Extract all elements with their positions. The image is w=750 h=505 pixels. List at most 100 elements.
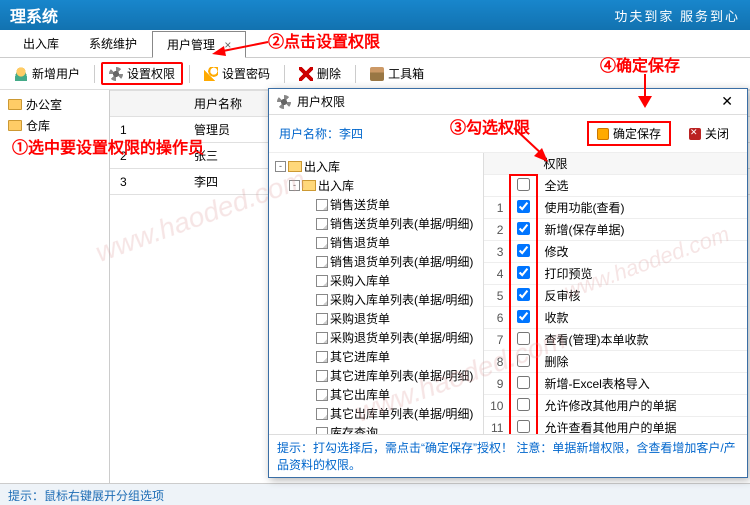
close-icon bbox=[689, 128, 701, 140]
perm-label: 收款 bbox=[537, 307, 747, 329]
perm-num: 7 bbox=[484, 329, 510, 351]
tab-user-mgmt[interactable]: 用户管理 × bbox=[152, 31, 246, 58]
perm-checkbox-cell bbox=[510, 241, 537, 263]
permission-row: 9新增-Excel表格导入 bbox=[484, 373, 747, 395]
perm-num: 5 bbox=[484, 285, 510, 307]
tree-node[interactable]: 其它出库单列表(单据/明细) bbox=[273, 404, 479, 423]
set-password-button[interactable]: 设置密码 bbox=[196, 62, 278, 85]
dialog-close-button[interactable]: 关闭 bbox=[681, 121, 737, 146]
document-icon bbox=[316, 294, 328, 306]
confirm-save-label: 确定保存 bbox=[613, 125, 661, 142]
perm-checkbox-cell bbox=[510, 197, 537, 219]
perm-checkbox[interactable] bbox=[517, 310, 530, 323]
tab-maintenance[interactable]: 系统维护 bbox=[74, 30, 152, 57]
tree-node[interactable]: 其它出库单 bbox=[273, 385, 479, 404]
document-icon bbox=[316, 275, 328, 287]
perm-checkbox[interactable] bbox=[517, 398, 530, 411]
permission-panel[interactable]: 权限 全选1使用功能(查看)2新增(保存单据)3修改4打印预览5反审核6收款7查… bbox=[484, 153, 747, 434]
permission-row: 7查看(管理)本单收款 bbox=[484, 329, 747, 351]
save-icon bbox=[597, 128, 609, 140]
dialog-close-label: 关闭 bbox=[705, 125, 729, 142]
perm-num: 4 bbox=[484, 263, 510, 285]
toolbox-button[interactable]: 工具箱 bbox=[362, 62, 432, 85]
perm-checkbox-cell bbox=[510, 175, 537, 197]
confirm-save-button[interactable]: 确定保存 bbox=[587, 121, 671, 146]
col-num bbox=[110, 91, 184, 117]
folder-icon bbox=[8, 99, 22, 110]
sidebar-item-office[interactable]: 办公室 bbox=[4, 94, 105, 115]
tree-node[interactable]: - 出入库 bbox=[273, 176, 479, 195]
toolbox-label: 工具箱 bbox=[388, 65, 424, 82]
tree-node[interactable]: 销售送货单列表(单据/明细) bbox=[273, 214, 479, 233]
tab-user-mgmt-label: 用户管理 bbox=[167, 38, 215, 52]
add-user-button[interactable]: 新增用户 bbox=[6, 62, 88, 85]
perm-checkbox[interactable] bbox=[517, 244, 530, 257]
tree-node[interactable]: 采购入库单 bbox=[273, 271, 479, 290]
tree-node[interactable]: -出入库 bbox=[273, 157, 479, 176]
perm-checkbox[interactable] bbox=[517, 222, 530, 235]
perm-label: 使用功能(查看) bbox=[537, 197, 747, 219]
cell-num: 2 bbox=[110, 143, 184, 169]
permission-row: 8 删除 bbox=[484, 351, 747, 373]
status-text: 提示：鼠标右键展开分组选项 bbox=[8, 489, 164, 503]
perm-num: 1 bbox=[484, 197, 510, 219]
tree-label: 出入库 bbox=[318, 177, 354, 194]
perm-num: 8 bbox=[484, 351, 510, 373]
perm-checkbox[interactable] bbox=[517, 354, 530, 367]
tree-node[interactable]: 销售退货单 bbox=[273, 233, 479, 252]
tab-close-icon[interactable]: × bbox=[224, 38, 231, 52]
perm-checkbox[interactable] bbox=[517, 420, 530, 433]
tree-node[interactable]: 销售退货单列表(单据/明细) bbox=[273, 252, 479, 271]
perm-checkbox[interactable] bbox=[517, 288, 530, 301]
tree-label: 其它进库单列表(单据/明细) bbox=[330, 367, 473, 384]
set-permission-button[interactable]: 设置权限 bbox=[101, 62, 183, 85]
gear-icon bbox=[109, 67, 123, 81]
tree-node[interactable]: 销售送货单 bbox=[273, 195, 479, 214]
document-icon bbox=[316, 313, 328, 325]
tab-inventory[interactable]: 出入库 bbox=[8, 30, 74, 57]
delete-button[interactable]: 删除 bbox=[291, 62, 349, 85]
permission-row: 11允许查看其他用户的单据 bbox=[484, 417, 747, 435]
perm-checkbox[interactable] bbox=[517, 332, 530, 345]
tree-node[interactable]: 采购入库单列表(单据/明细) bbox=[273, 290, 479, 309]
perm-checkbox[interactable] bbox=[517, 178, 530, 191]
perm-col-num bbox=[484, 153, 510, 175]
expand-icon[interactable]: - bbox=[275, 161, 286, 172]
tree-node[interactable]: 采购退货单 bbox=[273, 309, 479, 328]
perm-label: 打印预览 bbox=[537, 263, 747, 285]
cell-num: 1 bbox=[110, 117, 184, 143]
sidebar: 办公室 仓库 bbox=[0, 90, 110, 487]
perm-num bbox=[484, 175, 510, 197]
perm-num: 3 bbox=[484, 241, 510, 263]
sidebar-warehouse-label: 仓库 bbox=[26, 117, 50, 134]
permission-dialog: 用户权限 ✕ 用户名称：李四 确定保存 关闭 -出入库-出入库销售送货单销售送货… bbox=[268, 88, 748, 478]
perm-checkbox[interactable] bbox=[517, 200, 530, 213]
tree-node[interactable]: 其它进库单列表(单据/明细) bbox=[273, 366, 479, 385]
perm-label: 允许查看其他用户的单据 bbox=[537, 417, 747, 435]
cell-num: 3 bbox=[110, 169, 184, 195]
permission-row: 1 使用功能(查看) bbox=[484, 197, 747, 219]
tree-node[interactable]: 采购退货单列表(单据/明细) bbox=[273, 328, 479, 347]
perm-col-cb bbox=[510, 153, 537, 175]
app-slogan: 功夫到家 服务到心 bbox=[614, 6, 740, 25]
hint-text: 提示：打勾选择后，需点击“确定保存”授权！ bbox=[277, 441, 513, 455]
tree-node[interactable]: 其它进库单 bbox=[273, 347, 479, 366]
tree-label: 采购入库单列表(单据/明细) bbox=[330, 291, 473, 308]
permission-row: 3修改 bbox=[484, 241, 747, 263]
expand-icon[interactable]: - bbox=[289, 180, 300, 191]
document-icon bbox=[316, 389, 328, 401]
folder-icon bbox=[8, 120, 22, 131]
tree-label: 库存查询 bbox=[330, 424, 378, 434]
document-icon bbox=[316, 408, 328, 420]
separator bbox=[355, 65, 356, 83]
perm-checkbox[interactable] bbox=[517, 266, 530, 279]
sidebar-item-warehouse[interactable]: 仓库 bbox=[4, 115, 105, 136]
set-password-label: 设置密码 bbox=[222, 65, 270, 82]
perm-checkbox[interactable] bbox=[517, 376, 530, 389]
tree-node[interactable]: 库存查询 bbox=[273, 423, 479, 434]
permission-row: 2新增(保存单据) bbox=[484, 219, 747, 241]
module-tree-panel[interactable]: -出入库-出入库销售送货单销售送货单列表(单据/明细)销售退货单销售退货单列表(… bbox=[269, 153, 484, 434]
document-icon bbox=[316, 256, 328, 268]
dialog-close-icon[interactable]: ✕ bbox=[715, 93, 739, 110]
perm-label: 删除 bbox=[537, 351, 747, 373]
